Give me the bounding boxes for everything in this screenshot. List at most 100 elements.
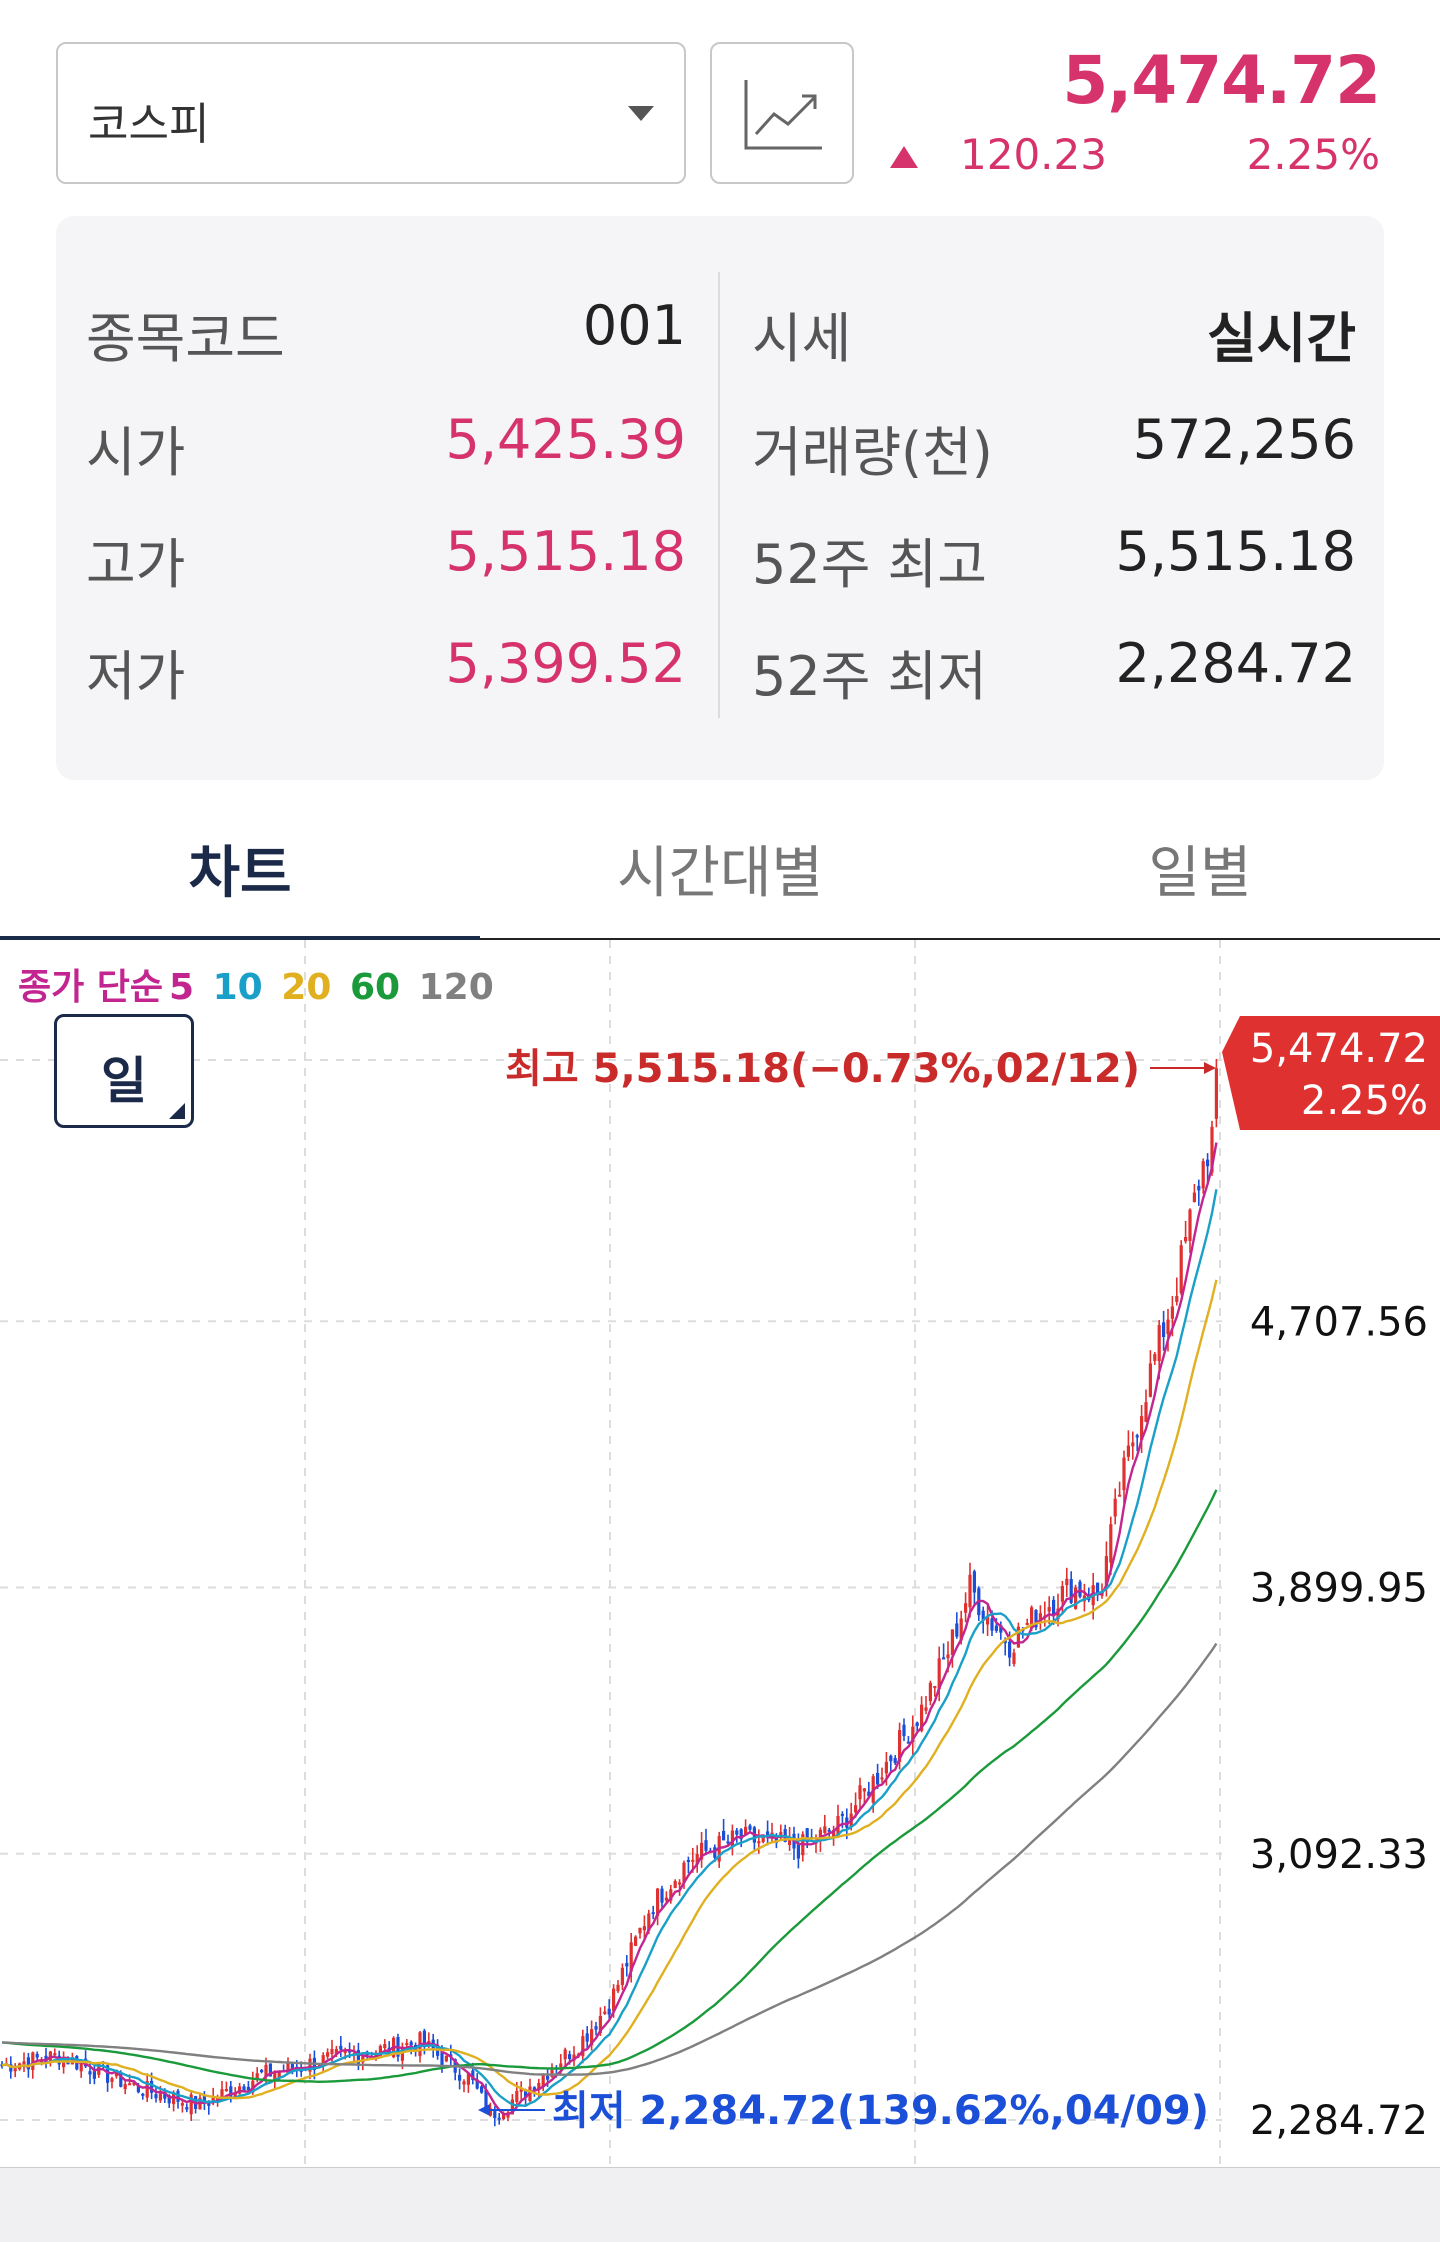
candle-body [796, 1844, 800, 1859]
candle-body [1113, 1498, 1117, 1517]
candle-body [673, 1880, 677, 1888]
candle-body [13, 2068, 17, 2072]
candle-body [994, 1625, 998, 1631]
candle-body [1153, 1354, 1157, 1361]
info-row-code: 종목코드 001 [86, 294, 686, 370]
candle-body [458, 2074, 462, 2081]
tab-hourly[interactable]: 시간대별 [480, 828, 960, 909]
info-value: 실시간 [1206, 307, 1356, 370]
candle-body [405, 2043, 409, 2046]
candle-body [220, 2089, 224, 2097]
candle-body [1144, 1402, 1148, 1422]
candle-body [1131, 1442, 1135, 1447]
ma-legend-20: 20 [281, 967, 332, 1008]
candle-body [858, 1785, 862, 1800]
candle-body [255, 2073, 259, 2079]
candle-body [444, 2055, 448, 2062]
candle-body [224, 2089, 228, 2092]
candle-body [1118, 1494, 1122, 1497]
current-price: 5,474.72 [1062, 42, 1381, 119]
candle-body [942, 1657, 946, 1660]
candle-body [1192, 1192, 1196, 1203]
candle-body [946, 1654, 950, 1659]
candle-body [1179, 1245, 1183, 1294]
candle-body [862, 1788, 866, 1792]
price-chart[interactable]: 4,707.563,899.953,092.332,284.722025/01/… [0, 940, 1440, 2242]
info-value: 572,256 [1132, 408, 1356, 471]
y-tick-label: 3,899.95 [1250, 1566, 1428, 1612]
info-divider [718, 272, 720, 718]
candle-body [1148, 1363, 1152, 1397]
candle-body [22, 2061, 26, 2065]
candle-body [383, 2043, 387, 2049]
candle-body [933, 1686, 937, 1689]
info-key: 거래량(천) [752, 421, 993, 484]
candle-body [546, 2075, 550, 2080]
candle-body [88, 2071, 92, 2075]
candle-body [79, 2063, 83, 2072]
info-key: 52주 최저 [752, 645, 987, 708]
candle-body [1201, 1161, 1205, 1189]
candle-body [128, 2083, 132, 2086]
candle-body [704, 1840, 708, 1851]
index-selector[interactable]: 코스피 [56, 42, 686, 184]
candle-body [642, 1926, 646, 1931]
candle-body [972, 1571, 976, 1593]
period-button[interactable]: 일 [54, 1014, 194, 1128]
candle-body [563, 2049, 567, 2060]
candle-body [1060, 1586, 1064, 1602]
high-annotation-arrowhead [1204, 1062, 1216, 1074]
candle-body [735, 1830, 739, 1835]
candle-body [1047, 1606, 1051, 1612]
candle-body [748, 1825, 752, 1830]
info-key: 저가 [86, 645, 186, 708]
candle-body [110, 2078, 114, 2082]
candle-body [880, 1777, 884, 1780]
ma-legend: 종가 단순 5 10 20 60 120 [18, 958, 500, 1010]
candle-body [1052, 1599, 1056, 1615]
candle-body [1122, 1457, 1126, 1491]
candle-body [1065, 1578, 1069, 1586]
ma-legend-120: 120 [418, 967, 494, 1008]
candle-body [1206, 1159, 1210, 1167]
candle-body [1012, 1652, 1016, 1664]
chart-canvas[interactable]: 4,707.563,899.953,092.332,284.722025/01/… [0, 940, 1440, 2242]
candle-body [1170, 1306, 1174, 1319]
tab-daily[interactable]: 일별 [960, 828, 1440, 909]
current-price-box-price: 5,474.72 [1250, 1026, 1428, 1072]
info-row-quote: 시세 실시간 [752, 294, 1356, 370]
up-arrow-icon [890, 146, 918, 168]
candle-body [1126, 1445, 1130, 1457]
candle-body [620, 1967, 624, 1985]
candle-body [141, 2093, 145, 2096]
candle-body [158, 2093, 162, 2101]
candle-body [1188, 1209, 1192, 1241]
info-panel: 종목코드 001 시가 5,425.39 고가 5,515.18 저가 5,39… [56, 216, 1384, 780]
candle-body [409, 2041, 413, 2046]
price-change-row: 120.23 2.25% [890, 130, 1380, 180]
chart-toggle-button[interactable] [710, 42, 854, 184]
tab-chart[interactable]: 차트 [0, 828, 480, 909]
ma-legend-60: 60 [349, 967, 401, 1008]
price-change-value: 120.23 [960, 130, 1107, 179]
candle-body [840, 1813, 844, 1816]
candle-body [950, 1629, 954, 1655]
candle-body [1175, 1296, 1179, 1302]
info-key: 종목코드 [86, 307, 285, 370]
candle-body [827, 1829, 831, 1832]
y-tick-label: 2,284.72 [1250, 2098, 1428, 2144]
candle-body [722, 1831, 726, 1841]
y-tick-label: 3,092.33 [1250, 1832, 1428, 1878]
candle-body [691, 1859, 695, 1862]
ma-legend-prefix: 종가 단순 [18, 967, 164, 1008]
candle-body [1166, 1319, 1170, 1335]
info-value: 5,515.18 [445, 520, 686, 583]
info-value: 5,399.52 [445, 632, 686, 695]
info-row-52w-low: 52주 최저 2,284.72 [752, 632, 1356, 708]
candle-body [1197, 1185, 1201, 1191]
candle-body [634, 1936, 638, 1946]
candle-body [968, 1574, 972, 1608]
price-change-percent: 2.25% [1246, 130, 1380, 179]
candle-body [603, 2011, 607, 2014]
candle-body [990, 1618, 994, 1631]
